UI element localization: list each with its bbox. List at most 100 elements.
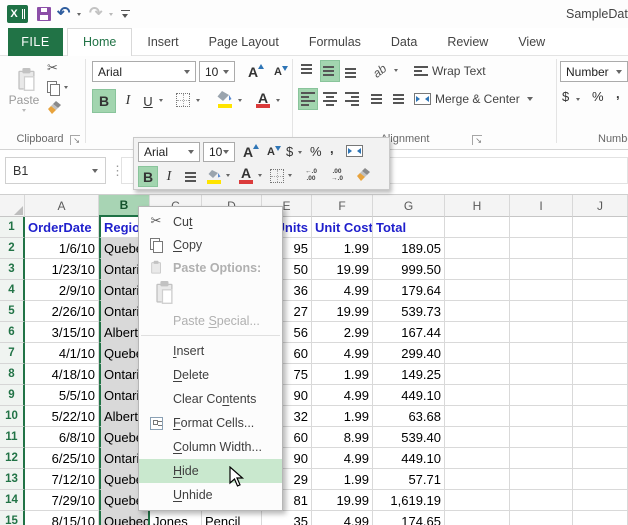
cell-I3[interactable] (510, 259, 573, 280)
mini-borders-button[interactable] (270, 169, 284, 183)
align-top-button[interactable] (298, 60, 318, 82)
column-header-g[interactable]: G (373, 195, 445, 217)
cell-A13[interactable]: 7/12/10 (25, 469, 99, 490)
mini-borders-dropdown-icon[interactable] (288, 174, 292, 177)
cell-F10[interactable]: 1.99 (312, 406, 373, 427)
mini-font-color-dropdown-icon[interactable] (258, 174, 262, 177)
cell-F2[interactable]: 1.99 (312, 238, 373, 259)
cell-H14[interactable] (445, 490, 510, 511)
column-header-f[interactable]: F (312, 195, 373, 217)
grow-font-button[interactable]: A (243, 62, 265, 82)
save-icon[interactable] (37, 7, 51, 21)
bold-button[interactable]: B (92, 89, 116, 113)
menu-paste-option-button[interactable] (139, 279, 282, 309)
row-header-3[interactable]: 3 (0, 259, 25, 280)
mini-bold-button[interactable]: B (138, 166, 158, 187)
mini-merge-center-button[interactable] (346, 145, 363, 157)
column-header-h[interactable]: H (445, 195, 510, 217)
mini-percent-button[interactable]: % (310, 144, 322, 159)
cell-J6[interactable] (573, 322, 628, 343)
cell-I10[interactable] (510, 406, 573, 427)
cell-I14[interactable] (510, 490, 573, 511)
cell-I2[interactable] (510, 238, 573, 259)
cell-J12[interactable] (573, 448, 628, 469)
mini-currency-dropdown-icon[interactable] (298, 151, 302, 154)
row-header-9[interactable]: 9 (0, 385, 25, 406)
cell-G11[interactable]: 539.40 (373, 427, 445, 448)
menu-item-hide[interactable]: Hide (139, 459, 282, 483)
format-painter-button[interactable] (47, 100, 62, 115)
cell-A8[interactable]: 4/18/10 (25, 364, 99, 385)
increase-decimal-button[interactable]: ←.0.00 (300, 168, 322, 182)
cell-H2[interactable] (445, 238, 510, 259)
cell-A11[interactable]: 6/8/10 (25, 427, 99, 448)
cell-F4[interactable]: 4.99 (312, 280, 373, 301)
mini-italic-button[interactable]: I (161, 166, 177, 187)
tab-file[interactable]: FILE (8, 28, 63, 56)
cell-H6[interactable] (445, 322, 510, 343)
cell-F13[interactable]: 1.99 (312, 469, 373, 490)
menu-item-column-width[interactable]: Column Width... (139, 435, 282, 459)
menu-item-unhide[interactable]: Unhide (139, 483, 282, 507)
align-right-button[interactable] (342, 88, 362, 110)
align-left-button[interactable] (298, 88, 318, 110)
cell-I9[interactable] (510, 385, 573, 406)
tab-review[interactable]: Review (432, 28, 503, 56)
menu-item-format-cells[interactable]: Format Cells... (139, 411, 282, 435)
orientation-dropdown-icon[interactable] (394, 69, 398, 72)
mini-currency-button[interactable]: $ (286, 144, 293, 159)
menu-item-copy[interactable]: Copy (139, 233, 282, 256)
cell-G2[interactable]: 189.05 (373, 238, 445, 259)
orientation-button[interactable]: ab (368, 60, 392, 82)
cell-A12[interactable]: 6/25/10 (25, 448, 99, 469)
tab-formulas[interactable]: Formulas (294, 28, 376, 56)
cell-F8[interactable]: 1.99 (312, 364, 373, 385)
mini-fill-color-dropdown-icon[interactable] (226, 174, 230, 177)
cell-F9[interactable]: 4.99 (312, 385, 373, 406)
cell-A6[interactable]: 3/15/10 (25, 322, 99, 343)
currency-button[interactable]: $ (562, 89, 569, 104)
mini-font-name-select[interactable]: Arial (138, 142, 200, 162)
cell-I15[interactable] (510, 511, 573, 525)
customize-qat-icon[interactable] (121, 10, 130, 19)
row-header-13[interactable]: 13 (0, 469, 25, 490)
cell-G12[interactable]: 449.10 (373, 448, 445, 469)
column-header-j[interactable]: J (573, 195, 628, 217)
cell-I6[interactable] (510, 322, 573, 343)
wrap-text-button[interactable]: Wrap Text (414, 60, 486, 82)
cell-G1[interactable]: Total (373, 217, 445, 238)
decrease-indent-button[interactable] (368, 88, 388, 110)
borders-button[interactable] (176, 93, 190, 107)
cell-J3[interactable] (573, 259, 628, 280)
cell-A2[interactable]: 1/6/10 (25, 238, 99, 259)
row-header-4[interactable]: 4 (0, 280, 25, 301)
row-header-10[interactable]: 10 (0, 406, 25, 427)
cell-I1[interactable] (510, 217, 573, 238)
cell-H11[interactable] (445, 427, 510, 448)
cell-G14[interactable]: 1,619.19 (373, 490, 445, 511)
cell-J7[interactable] (573, 343, 628, 364)
tab-home[interactable]: Home (67, 28, 133, 57)
cell-G6[interactable]: 167.44 (373, 322, 445, 343)
row-header-5[interactable]: 5 (0, 301, 25, 322)
cell-G10[interactable]: 63.68 (373, 406, 445, 427)
percent-button[interactable]: % (592, 89, 604, 104)
cell-H15[interactable] (445, 511, 510, 525)
cell-J10[interactable] (573, 406, 628, 427)
row-header-1[interactable]: 1 (0, 217, 25, 238)
tab-data[interactable]: Data (376, 28, 432, 56)
cell-A3[interactable]: 1/23/10 (25, 259, 99, 280)
undo-icon[interactable]: ↶ (57, 3, 70, 23)
cell-G13[interactable]: 57.71 (373, 469, 445, 490)
cell-J11[interactable] (573, 427, 628, 448)
cell-J5[interactable] (573, 301, 628, 322)
redo-dropdown-icon[interactable] (109, 13, 113, 16)
cell-J13[interactable] (573, 469, 628, 490)
name-box-dropdown-icon[interactable] (92, 168, 98, 173)
cell-H9[interactable] (445, 385, 510, 406)
column-header-a[interactable]: A (25, 195, 99, 217)
clipboard-dialog-launcher-icon[interactable]: ↘ (70, 135, 80, 145)
cell-H7[interactable] (445, 343, 510, 364)
cell-J2[interactable] (573, 238, 628, 259)
row-header-11[interactable]: 11 (0, 427, 25, 448)
